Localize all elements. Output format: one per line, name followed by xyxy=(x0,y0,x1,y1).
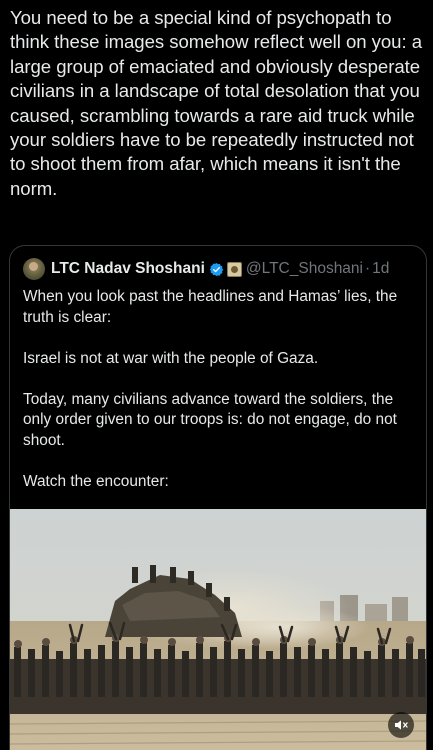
quoted-tweet-header: LTC Nadav Shoshani @LTC_Shoshani · 1d xyxy=(23,257,389,281)
quoted-tweet-card[interactable]: LTC Nadav Shoshani @LTC_Shoshani · 1d Wh… xyxy=(9,245,427,750)
tweet-text: You need to be a special kind of psychop… xyxy=(10,7,428,199)
mute-button[interactable] xyxy=(388,712,414,738)
verified-badge-icon xyxy=(209,262,224,277)
speaker-muted-icon xyxy=(395,720,408,730)
quoted-timestamp[interactable]: 1d xyxy=(372,260,389,278)
avatar[interactable] xyxy=(23,258,45,280)
video-frame xyxy=(10,509,426,750)
quoted-tweet-text: When you look past the headlines and Ham… xyxy=(23,288,398,490)
quoted-display-name[interactable]: LTC Nadav Shoshani xyxy=(51,260,205,278)
quoted-handle[interactable]: @LTC_Shoshani xyxy=(246,260,363,278)
quoted-video[interactable] xyxy=(10,509,426,750)
affiliation-badge-icon[interactable] xyxy=(226,261,242,277)
separator-dot: · xyxy=(365,260,371,277)
tweet-page: You need to be a special kind of psychop… xyxy=(0,0,433,750)
